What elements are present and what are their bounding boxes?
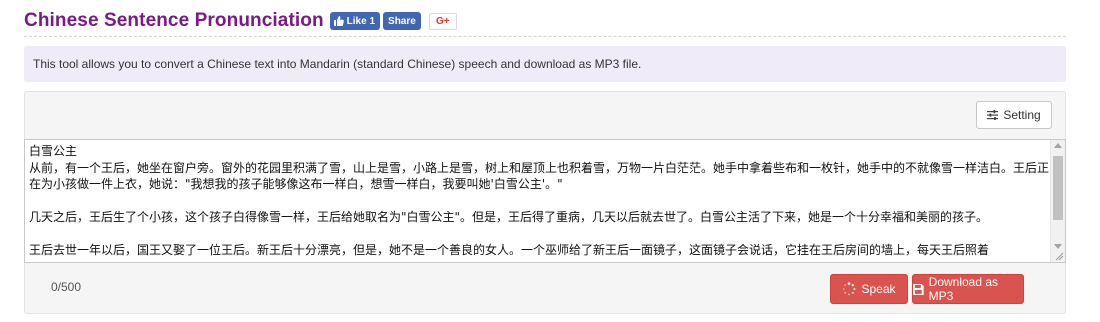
thumbs-up-icon [333, 16, 344, 26]
facebook-share-label: Share [388, 15, 416, 27]
setting-button[interactable]: Setting [976, 101, 1052, 129]
character-count: 0/500 [51, 280, 82, 294]
info-box: This tool allows you to convert a Chines… [24, 46, 1066, 82]
download-mp3-button[interactable]: Download as MP3 [912, 274, 1024, 304]
facebook-like-button[interactable]: Like 1 [329, 12, 381, 30]
google-plus-button[interactable]: G+ [428, 12, 457, 30]
google-plus-label: G+ [436, 15, 450, 27]
facebook-share-button[interactable]: Share [383, 12, 421, 30]
header: Chinese Sentence Pronunciation Like 1 Sh… [24, 8, 457, 34]
chinese-text-input[interactable]: 白雪公主 从前，有一个王后，她坐在窗户旁。窗外的花园里积满了雪，山上是雪，小路上… [24, 139, 1066, 263]
floppy-disk-icon [913, 283, 924, 295]
speak-label: Speak [861, 282, 896, 296]
scrollbar[interactable] [1050, 140, 1065, 262]
spinner-icon [843, 282, 856, 296]
divider [24, 36, 1066, 37]
page-title: Chinese Sentence Pronunciation [24, 10, 324, 31]
speak-button[interactable]: Speak [830, 274, 908, 304]
facebook-like-label: Like 1 [346, 15, 376, 27]
resize-handle-icon[interactable] [1054, 251, 1064, 261]
scroll-up-arrow-icon[interactable] [1054, 143, 1062, 148]
download-label: Download as MP3 [928, 275, 999, 303]
scrollbar-thumb[interactable] [1053, 156, 1063, 220]
setting-label: Setting [1003, 108, 1041, 122]
info-text: This tool allows you to convert a Chines… [33, 57, 642, 71]
scroll-down-arrow-icon[interactable] [1054, 244, 1062, 249]
sliders-icon [987, 110, 999, 120]
chinese-text-content[interactable]: 白雪公主 从前，有一个王后，她坐在窗户旁。窗外的花园里积满了雪，山上是雪，小路上… [29, 143, 1049, 259]
